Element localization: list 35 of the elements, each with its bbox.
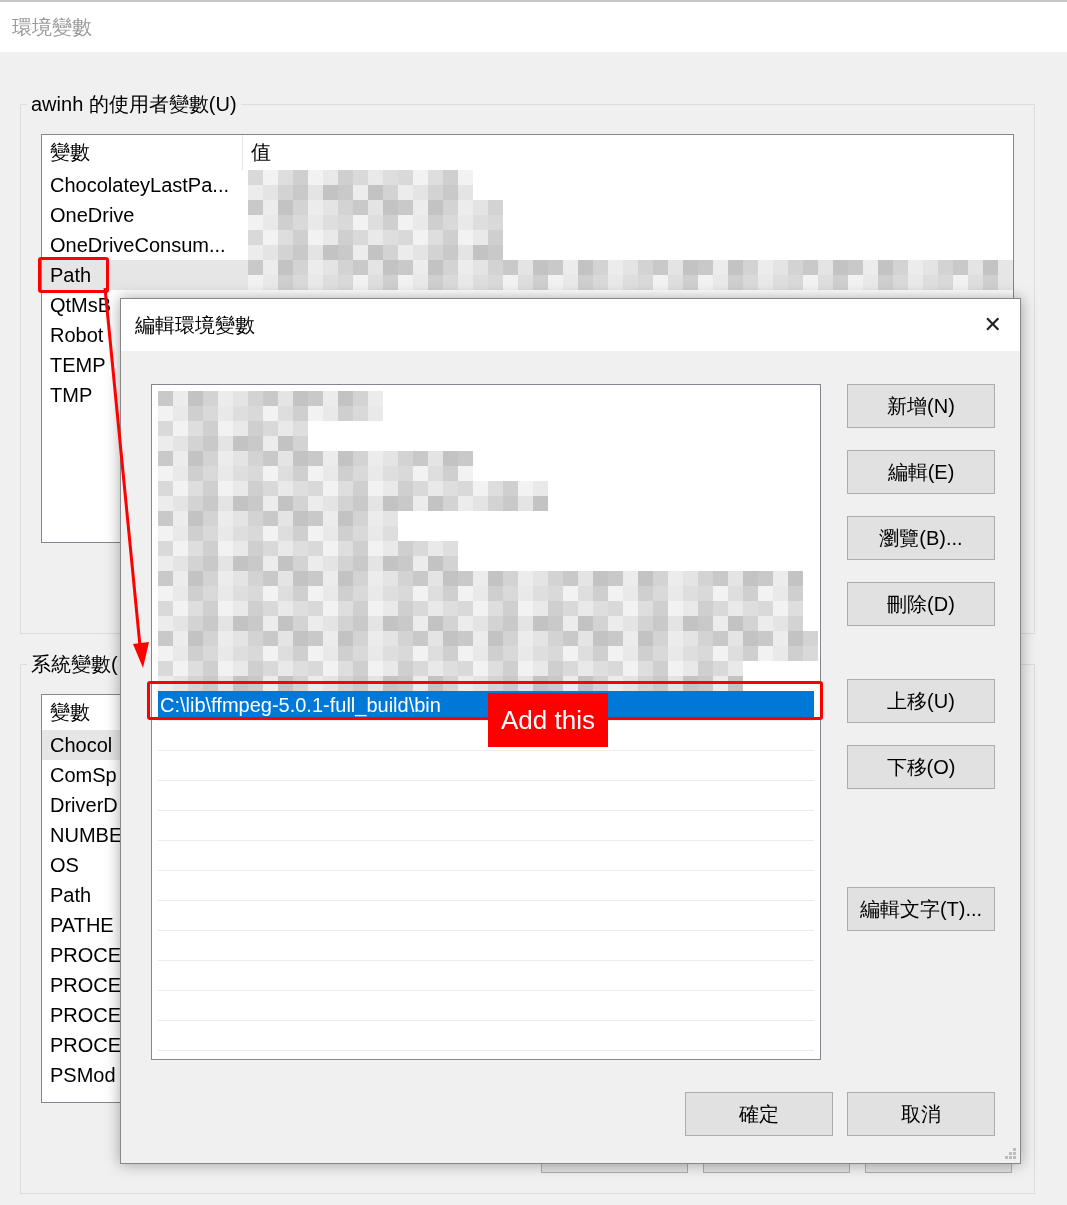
variable-name: OneDrive: [50, 204, 135, 226]
variable-name: Path: [50, 264, 92, 286]
variable-row[interactable]: Path: [42, 260, 1013, 290]
side-button[interactable]: 刪除(D): [847, 582, 995, 626]
variable-name: NUMBE: [50, 824, 123, 846]
variable-name: ChocolateyLastPa...: [50, 174, 229, 196]
close-button[interactable]: ✕: [979, 314, 1006, 336]
variable-name: PROCE: [50, 1004, 122, 1026]
variable-name: PROCE: [50, 944, 122, 966]
side-button[interactable]: 編輯(E): [847, 450, 995, 494]
resize-grip-icon[interactable]: [1003, 1146, 1017, 1160]
variable-name: OneDriveConsum...: [50, 234, 226, 256]
variable-name: TEMP: [50, 354, 106, 376]
side-button[interactable]: 下移(O): [847, 745, 995, 789]
dialog-button[interactable]: 取消: [847, 1092, 995, 1136]
side-button[interactable]: 上移(U): [847, 679, 995, 723]
variable-name: PROCE: [50, 974, 122, 996]
column-header: 值: [250, 140, 272, 165]
variable-row[interactable]: ChocolateyLastPa...: [42, 170, 1013, 200]
variable-name: Chocol: [50, 734, 113, 756]
variable-name: OS: [50, 854, 79, 876]
highlight-box: [38, 257, 109, 293]
variable-name: DriverD: [50, 794, 118, 816]
side-button[interactable]: 編輯文字(T)...: [847, 887, 995, 931]
dialog-button[interactable]: 確定: [685, 1092, 833, 1136]
window-title: 環境變數: [0, 0, 1067, 52]
variable-row[interactable]: OneDriveConsum...: [42, 230, 1013, 260]
variable-row[interactable]: OneDrive: [42, 200, 1013, 230]
side-button[interactable]: 新增(N): [847, 384, 995, 428]
annotation-label: Add this: [488, 693, 608, 747]
dialog-title: 編輯環境變數: [135, 313, 255, 338]
variable-name: PROCE: [50, 1034, 122, 1056]
side-button[interactable]: 瀏覽(B)...: [847, 516, 995, 560]
variable-name: PSMod: [50, 1064, 116, 1086]
column-header: 變數: [42, 135, 243, 170]
